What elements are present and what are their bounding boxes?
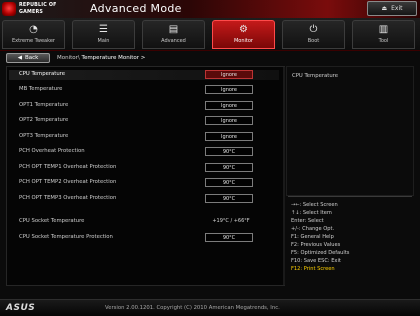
setting-label: CPU Temperature [19, 71, 66, 77]
scrollbar[interactable] [283, 67, 285, 285]
rog-logo: REPUBLIC OF GAMERS [2, 1, 72, 17]
setting-value-button[interactable]: Ignore [205, 85, 253, 94]
setting-label: PCH OPT TEMP1 Overheat Protection [19, 164, 117, 170]
setting-row-pch-opt-temp3[interactable]: PCH OPT TEMP3 Overheat Protection 90°C [9, 194, 279, 204]
tool-icon: ▥ [378, 24, 389, 35]
breadcrumb: Monitor\ Temperature Monitor > [57, 55, 145, 61]
key-hint-print-screen: F12: Print Screen [291, 266, 335, 272]
speedometer-icon: ◔ [29, 24, 38, 35]
setting-row-cpu-socket-temperature: CPU Socket Temperature +19°C / +66°F [9, 217, 279, 227]
setting-label: OPT3 Temperature [19, 133, 69, 139]
tab-monitor[interactable]: ⚙ Monitor [212, 20, 275, 49]
key-hint: ↑↓: Select Item [291, 210, 332, 216]
setting-row-cpu-socket-protection[interactable]: CPU Socket Temperature Protection 90°C [9, 233, 279, 243]
temperature-readout: +19°C / +66°F [212, 218, 250, 224]
setting-value-button[interactable]: 90°C [205, 233, 253, 242]
setting-row-opt3-temperature[interactable]: OPT3 Temperature Ignore [9, 132, 279, 142]
key-hint: F5: Optimized Defaults [291, 250, 350, 256]
setting-label: CPU Socket Temperature Protection [19, 234, 113, 240]
logo-text-line2: GAMERS [19, 10, 44, 15]
setting-value-button[interactable]: Ignore [205, 132, 253, 141]
setting-row-opt1-temperature[interactable]: OPT1 Temperature Ignore [9, 101, 279, 111]
setting-label: PCH OPT TEMP3 Overheat Protection [19, 195, 117, 201]
setting-label: OPT2 Temperature [19, 117, 69, 123]
tab-label: Boot [307, 38, 320, 44]
list-icon: ☰ [99, 24, 108, 35]
key-hint: F1: General Help [291, 234, 334, 240]
setting-row-pch-opt-temp2[interactable]: PCH OPT TEMP2 Overheat Protection 90°C [9, 178, 279, 188]
tab-label: Tool [378, 38, 389, 44]
rog-emblem-icon [2, 2, 16, 16]
setting-value-button[interactable]: 90°C [205, 194, 253, 203]
tab-label: Advanced [161, 38, 186, 44]
setting-row-mb-temperature[interactable]: MB Temperature Ignore [9, 85, 279, 95]
breadcrumb-parent[interactable]: Monitor\ [57, 55, 80, 61]
logo-text-line1: REPUBLIC OF [19, 3, 57, 8]
exit-label: Exit [391, 5, 403, 12]
setting-value-button[interactable]: 90°C [205, 147, 253, 156]
setting-row-pch-overheat[interactable]: PCH Overheat Protection 90°C [9, 147, 279, 157]
setting-label: CPU Socket Temperature [19, 218, 85, 224]
header-bar: REPUBLIC OF GAMERS Advanced Mode ⏏ Exit [0, 0, 420, 18]
setting-value-button[interactable]: Ignore [205, 116, 253, 125]
exit-icon: ⏏ [381, 5, 388, 12]
exit-button[interactable]: ⏏ Exit [367, 1, 417, 16]
tab-label: Monitor [233, 38, 253, 44]
power-icon: ⏻ [309, 24, 318, 35]
setting-value-button[interactable]: 90°C [205, 178, 253, 187]
key-hint: F2: Previous Values [291, 242, 341, 248]
tab-label: Main [97, 38, 110, 44]
tab-main[interactable]: ☰ Main [72, 20, 135, 49]
help-panel: CPU Temperature [286, 66, 414, 196]
chip-icon: ▤ [168, 24, 179, 35]
setting-label: PCH OPT TEMP2 Overheat Protection [19, 179, 117, 185]
setting-row-opt2-temperature[interactable]: OPT2 Temperature Ignore [9, 116, 279, 126]
key-hint: +/-: Change Opt. [291, 226, 335, 232]
divider [288, 196, 412, 197]
footer-bar: ASUS Version 2.00.1201. Copyright (C) 20… [0, 299, 420, 316]
monitor-icon: ⚙ [239, 24, 248, 35]
version-text: Version 2.00.1201. Copyright (C) 2010 Am… [105, 305, 280, 311]
tab-label: Extreme Tweaker [12, 38, 55, 44]
asus-logo: ASUS [6, 303, 36, 313]
key-hint: →←: Select Screen [291, 202, 338, 208]
breadcrumb-current: Temperature Monitor > [81, 55, 146, 61]
back-label: Back [24, 55, 39, 61]
tab-boot[interactable]: ⏻ Boot [282, 20, 345, 49]
back-button[interactable]: ◀ Back [6, 53, 50, 63]
back-arrow-icon: ◀ [17, 55, 22, 61]
key-hint: F10: Save ESC: Exit [291, 258, 341, 264]
setting-label: PCH Overheat Protection [19, 148, 85, 154]
tab-tool[interactable]: ▥ Tool [352, 20, 415, 49]
setting-value-button[interactable]: Ignore [205, 101, 253, 110]
setting-label: MB Temperature [19, 86, 63, 92]
setting-row-cpu-temperature[interactable]: CPU Temperature Ignore [9, 70, 279, 80]
tab-advanced[interactable]: ▤ Advanced [142, 20, 205, 49]
tab-extreme-tweaker[interactable]: ◔ Extreme Tweaker [2, 20, 65, 49]
help-title: CPU Temperature [292, 73, 339, 79]
mode-title: Advanced Mode [90, 2, 182, 15]
setting-value-button[interactable]: Ignore [205, 70, 253, 79]
settings-panel: CPU Temperature Ignore MB Temperature Ig… [6, 66, 285, 286]
tab-bar: ◔ Extreme Tweaker ☰ Main ▤ Advanced ⚙ Mo… [0, 18, 420, 51]
key-legend: →←: Select Screen ↑↓: Select Item Enter:… [291, 201, 415, 273]
key-hint: Enter: Select [291, 218, 324, 224]
setting-value-button[interactable]: 90°C [205, 163, 253, 172]
setting-row-pch-opt-temp1[interactable]: PCH OPT TEMP1 Overheat Protection 90°C [9, 163, 279, 173]
setting-label: OPT1 Temperature [19, 102, 69, 108]
